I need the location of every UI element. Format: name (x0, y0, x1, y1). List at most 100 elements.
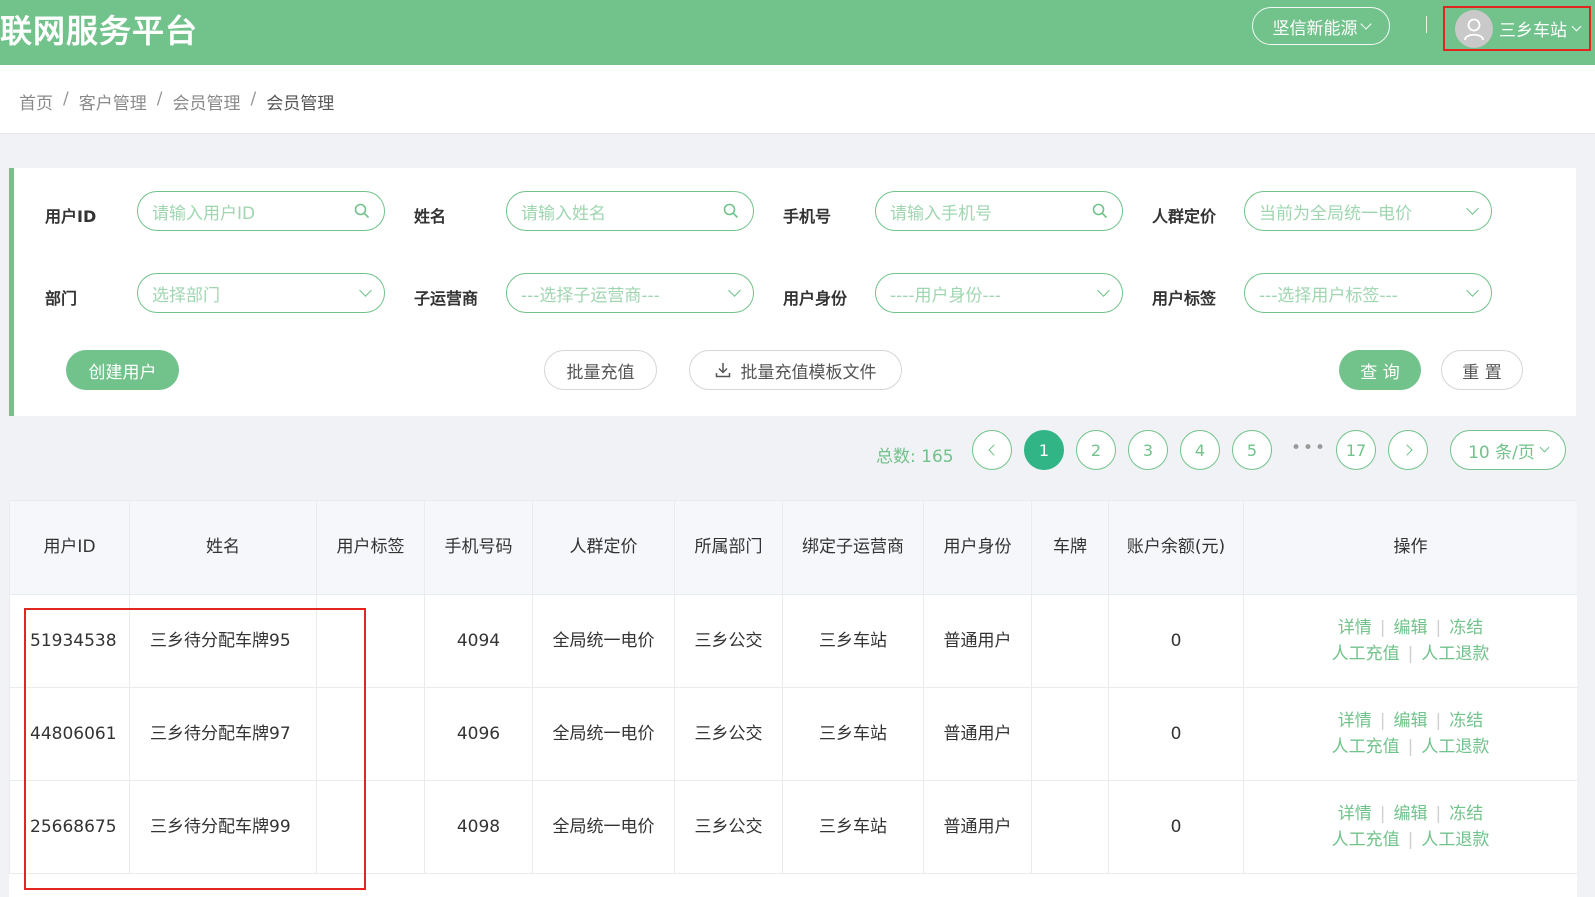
cell-balance: 0 (1108, 780, 1244, 874)
department-placeholder: 选择部门 (152, 285, 220, 306)
batch-template-download-button[interactable]: 批量充值模板文件 (689, 350, 902, 390)
identity-placeholder: ----用户身份--- (890, 285, 1001, 306)
action-separator: | (1407, 830, 1414, 850)
edit-link[interactable]: 编辑 (1394, 711, 1428, 731)
cell-actions: 详情 | 编辑 | 冻结 人工充值 | 人工退款 (1243, 780, 1577, 874)
pagination: 总数: 165 1 2 3 4 5 ••• 17 10 条/页 (0, 430, 1595, 488)
chevron-down-icon (728, 284, 741, 297)
total-label: 总数: (876, 447, 916, 467)
group-price-select[interactable]: 当前为全局统一电价 (1244, 191, 1492, 231)
phone-label: 手机号 (783, 207, 832, 226)
user-id-input[interactable]: 请输入用户ID (137, 191, 385, 231)
chevron-down-icon (1571, 21, 1582, 31)
manual-recharge-link[interactable]: 人工充值 (1332, 830, 1400, 850)
header-divider (1426, 16, 1427, 33)
tag-placeholder: ---选择用户标签--- (1259, 285, 1398, 306)
cell-department: 三乡公交 (674, 780, 783, 874)
cell-plate (1031, 687, 1109, 781)
breadcrumb-home[interactable]: 首页 (19, 89, 53, 114)
detail-link[interactable]: 详情 (1338, 711, 1372, 731)
table-row: 44806061 三乡待分配车牌97 4096 全局统一电价 三乡公交 三乡车站… (9, 687, 1577, 781)
create-user-button[interactable]: 创建用户 (66, 350, 179, 390)
page-button-3[interactable]: 3 (1128, 430, 1168, 470)
detail-link[interactable]: 详情 (1338, 804, 1372, 824)
total-count: 总数: 165 (876, 442, 954, 467)
cell-tag (316, 780, 425, 874)
identity-label: 用户身份 (783, 289, 848, 308)
query-button[interactable]: 查 询 (1339, 350, 1421, 390)
page-size-value: 10 条/页 (1468, 442, 1535, 463)
col-header-actions: 操作 (1243, 500, 1577, 595)
cell-identity: 普通用户 (923, 780, 1032, 874)
page-button-5[interactable]: 5 (1232, 430, 1272, 470)
cell-user-id: 51934538 (9, 594, 130, 688)
page-button-2[interactable]: 2 (1076, 430, 1116, 470)
freeze-link[interactable]: 冻结 (1449, 804, 1483, 824)
cell-plate (1031, 780, 1109, 874)
cell-balance: 0 (1108, 687, 1244, 781)
action-separator: | (1407, 644, 1414, 664)
chevron-left-icon (987, 444, 1000, 456)
cell-actions: 详情 | 编辑 | 冻结 人工充值 | 人工退款 (1243, 594, 1577, 688)
org-selector[interactable]: 坚信新能源 (1252, 7, 1390, 45)
cell-identity: 普通用户 (923, 687, 1032, 781)
user-menu[interactable]: 三乡车站 (1443, 6, 1591, 51)
chevron-down-icon (1359, 17, 1372, 30)
table-header-row: 用户ID 姓名 用户标签 手机号码 人群定价 所属部门 绑定子运营商 用户身份 … (9, 500, 1577, 595)
col-header-tag: 用户标签 (316, 500, 425, 595)
next-page-button[interactable] (1388, 430, 1428, 470)
chevron-down-icon (359, 284, 372, 297)
action-separator: | (1435, 711, 1442, 731)
search-icon (354, 203, 370, 219)
chevron-down-icon (1466, 284, 1479, 297)
total-value: 165 (921, 447, 954, 467)
manual-refund-link[interactable]: 人工退款 (1421, 644, 1489, 664)
phone-input[interactable]: 请输入手机号 (875, 191, 1123, 231)
page-button-1[interactable]: 1 (1024, 430, 1064, 470)
reset-button[interactable]: 重 置 (1441, 350, 1523, 390)
edit-link[interactable]: 编辑 (1394, 804, 1428, 824)
manual-recharge-link[interactable]: 人工充值 (1332, 737, 1400, 757)
phone-placeholder: 请输入手机号 (890, 203, 992, 224)
action-separator: | (1435, 618, 1442, 638)
manual-recharge-link[interactable]: 人工充值 (1332, 644, 1400, 664)
freeze-link[interactable]: 冻结 (1449, 618, 1483, 638)
department-select[interactable]: 选择部门 (137, 273, 385, 313)
download-icon (715, 363, 730, 378)
freeze-link[interactable]: 冻结 (1449, 711, 1483, 731)
action-separator: | (1379, 618, 1386, 638)
breadcrumb-bar: 首页 / 客户管理 / 会员管理 / 会员管理 (0, 65, 1595, 134)
manual-refund-link[interactable]: 人工退款 (1421, 737, 1489, 757)
page-ellipsis[interactable]: ••• (1291, 438, 1327, 458)
name-input[interactable]: 请输入姓名 (506, 191, 754, 231)
batch-recharge-button[interactable]: 批量充值 (544, 350, 657, 390)
breadcrumb-customer[interactable]: 客户管理 (79, 89, 147, 114)
chevron-down-icon (1097, 284, 1110, 297)
search-icon (723, 203, 739, 219)
cell-operator: 三乡车站 (782, 780, 924, 874)
manual-refund-link[interactable]: 人工退款 (1421, 830, 1489, 850)
user-id-placeholder: 请输入用户ID (152, 203, 256, 224)
tag-label: 用户标签 (1152, 289, 1217, 308)
page-button-last[interactable]: 17 (1336, 430, 1376, 470)
cell-balance: 0 (1108, 594, 1244, 688)
col-header-operator: 绑定子运营商 (782, 500, 924, 595)
tag-select[interactable]: ---选择用户标签--- (1244, 273, 1492, 313)
edit-link[interactable]: 编辑 (1394, 618, 1428, 638)
cell-operator: 三乡车站 (782, 687, 924, 781)
col-header-department: 所属部门 (674, 500, 783, 595)
page-size-select[interactable]: 10 条/页 (1450, 430, 1566, 470)
page-button-4[interactable]: 4 (1180, 430, 1220, 470)
user-id-label: 用户ID (45, 207, 97, 226)
cell-phone: 4094 (424, 594, 533, 688)
prev-page-button[interactable] (972, 430, 1012, 470)
detail-link[interactable]: 详情 (1338, 618, 1372, 638)
sub-operator-select[interactable]: ---选择子运营商--- (506, 273, 754, 313)
member-table: 用户ID 姓名 用户标签 手机号码 人群定价 所属部门 绑定子运营商 用户身份 … (9, 500, 1577, 897)
breadcrumb-member[interactable]: 会员管理 (172, 89, 240, 114)
app-title: 联网服务平台 (0, 12, 199, 50)
department-label: 部门 (45, 289, 78, 308)
cell-department: 三乡公交 (674, 594, 783, 688)
identity-select[interactable]: ----用户身份--- (875, 273, 1123, 313)
sub-operator-label: 子运营商 (414, 289, 479, 308)
